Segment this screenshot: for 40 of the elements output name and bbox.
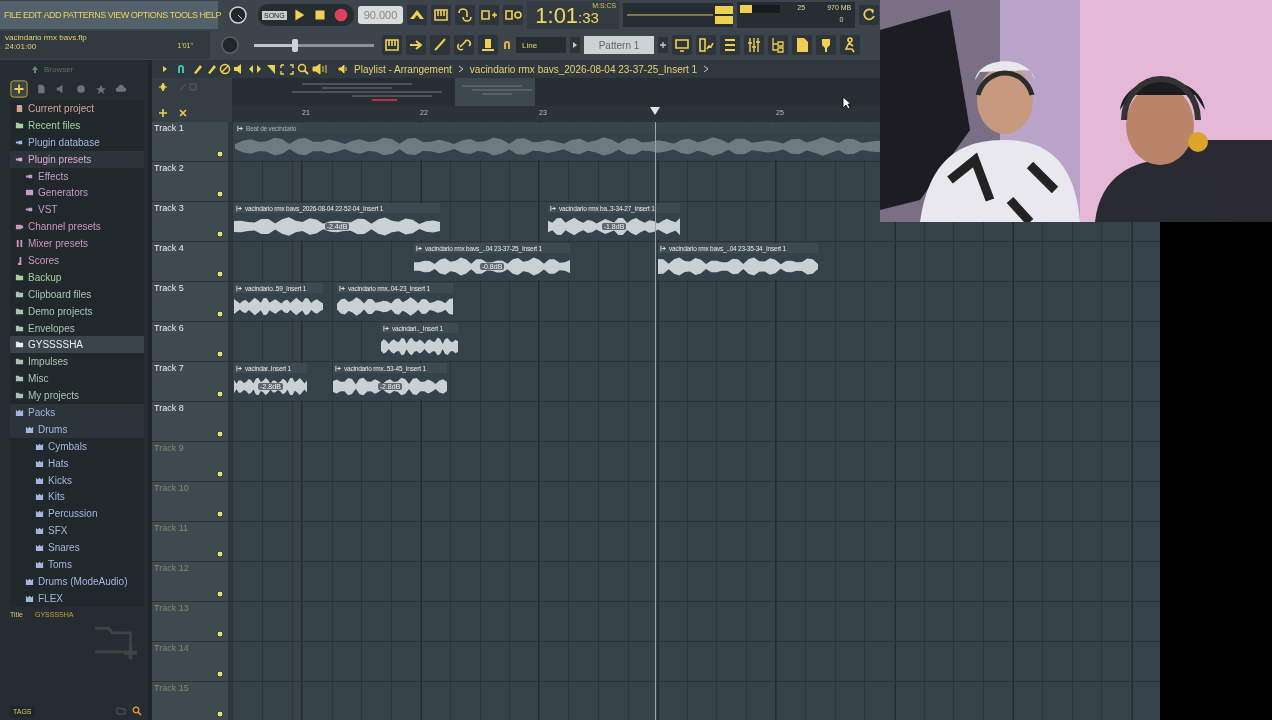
menu-item[interactable]: PATTERNS <box>63 10 106 20</box>
track-header[interactable]: Track 2 <box>152 162 228 201</box>
menu-item[interactable]: VIEW <box>107 10 129 20</box>
snap-dropdown[interactable]: Line <box>516 37 566 53</box>
browser-item[interactable]: Generators <box>10 184 144 202</box>
pattern-selector[interactable]: Pattern 1 <box>584 36 654 54</box>
browser-item[interactable]: Current project <box>10 100 144 117</box>
track-header[interactable]: Track 6 <box>152 322 228 361</box>
track-header[interactable]: Track 8 <box>152 402 228 441</box>
menu-item[interactable]: EDIT <box>23 10 42 20</box>
browser-item[interactable]: Scores <box>10 252 144 269</box>
menu-item[interactable]: TOOLS <box>169 10 198 20</box>
browser-item[interactable]: Channel presets <box>10 218 144 236</box>
track-header[interactable]: Track 5 <box>152 282 228 321</box>
browser-item[interactable]: Toms <box>10 556 144 573</box>
menu-item[interactable]: ADD <box>43 10 62 20</box>
song-position: 24:01:00 <box>5 42 37 51</box>
track-header[interactable]: Track 3 <box>152 202 228 241</box>
menu-item[interactable]: FILE <box>4 10 21 20</box>
menu-item[interactable]: OPTIONS <box>130 10 168 20</box>
browser-item[interactable]: GYSSSSHA <box>10 336 144 354</box>
browser-item[interactable]: Misc <box>10 370 144 388</box>
menu-item[interactable]: HELP <box>199 10 222 20</box>
browser-item[interactable]: SFX <box>10 522 144 540</box>
browser-item[interactable]: Mixer presets <box>10 235 144 252</box>
browser-item[interactable]: Packs <box>10 404 144 421</box>
browser-item[interactable]: Impulses <box>10 353 144 371</box>
time-seconds: :33 <box>578 8 599 28</box>
browser-item[interactable]: Percussion <box>10 505 144 523</box>
track-header[interactable]: Track 4 <box>152 242 228 281</box>
browser-item[interactable]: VST <box>10 201 144 219</box>
browser-item[interactable]: Snares <box>10 539 144 557</box>
browser-item[interactable]: My projects <box>10 387 144 405</box>
browser-item[interactable]: Kits <box>10 488 144 506</box>
playlist-title: Playlist - Arrangement <box>354 63 452 75</box>
project-name: vacindario rmx bavs.flp <box>5 33 88 42</box>
clip-source-name: vacindario rmx bavs_2026-08-04 23-37-25_Insert 1 <box>469 63 698 75</box>
track-header[interactable]: Track 1 <box>152 122 228 161</box>
track-header[interactable]: Track 7 <box>152 362 228 401</box>
time-readout: 1:01 <box>535 3 579 29</box>
